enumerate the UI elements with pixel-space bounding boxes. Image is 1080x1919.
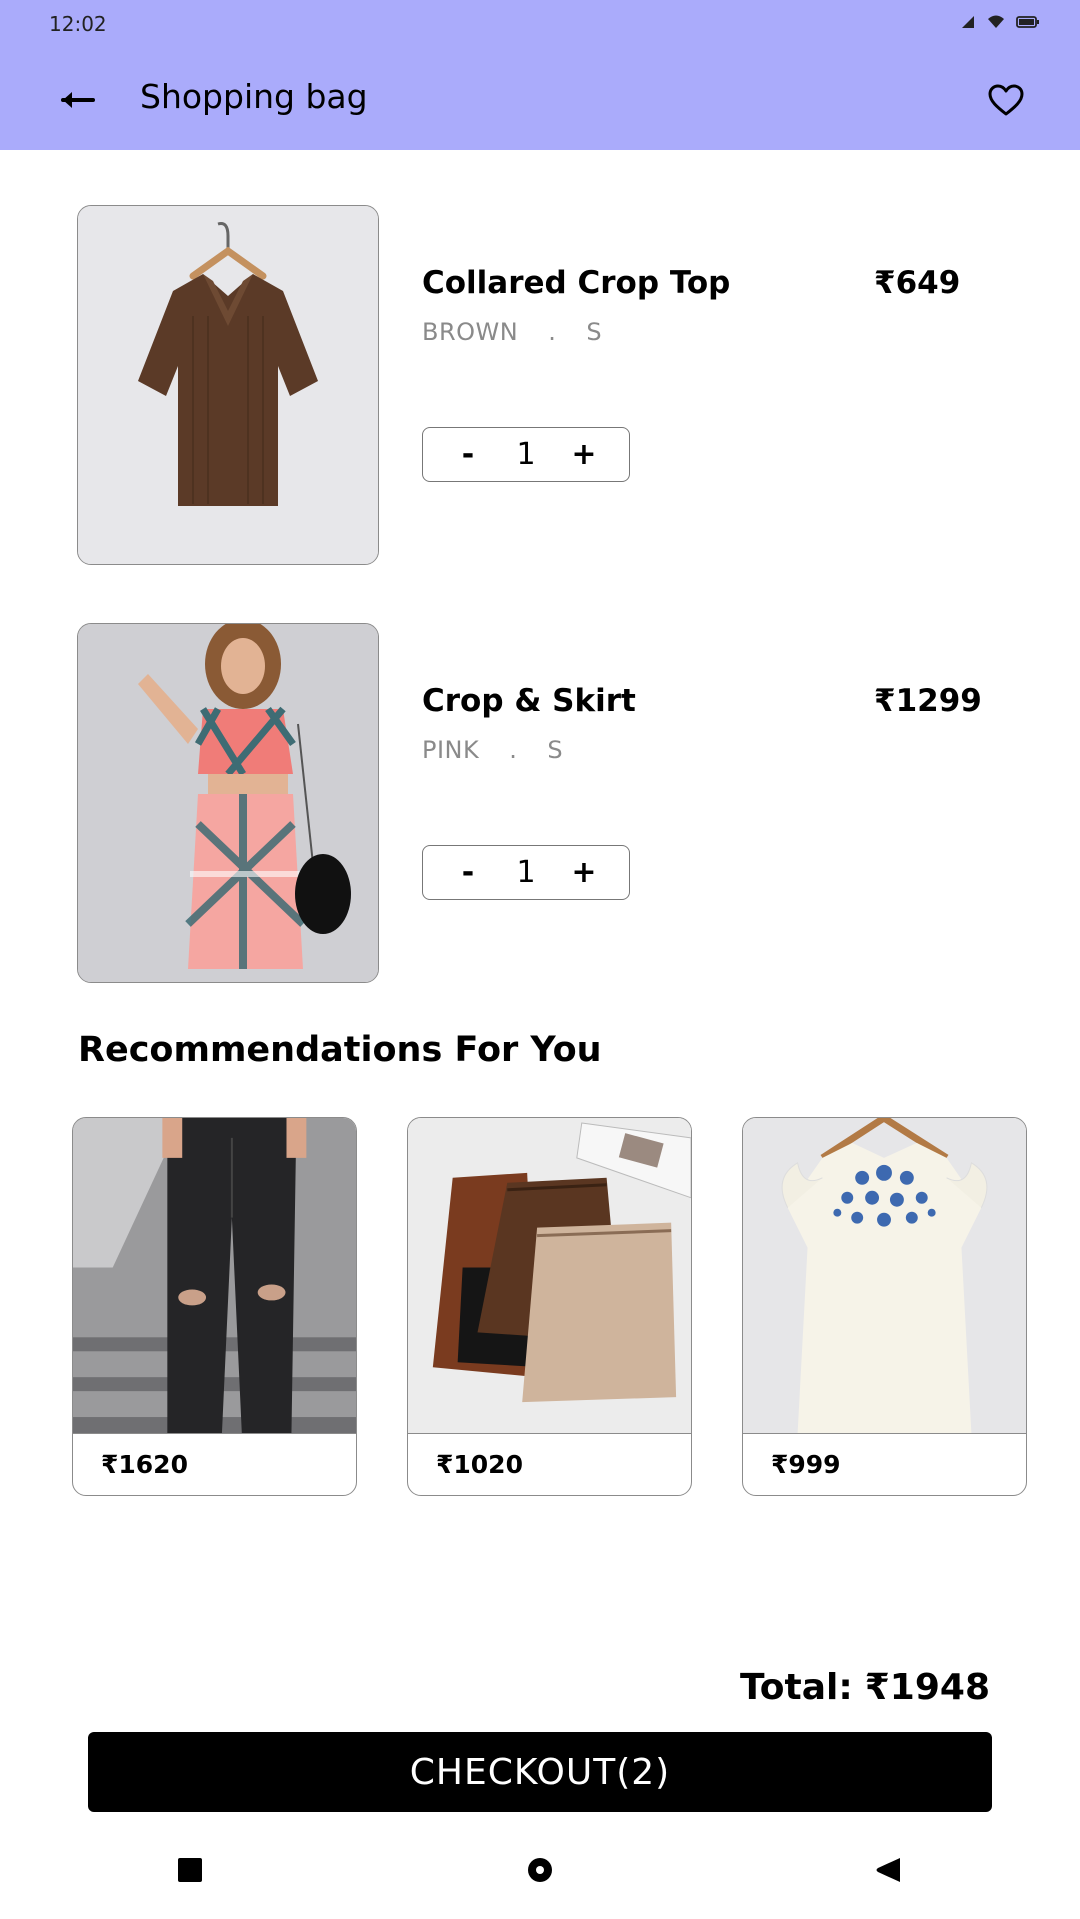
system-nav-bar bbox=[0, 1840, 1080, 1900]
order-total: Total: ₹1948 bbox=[740, 1667, 990, 1708]
status-icons bbox=[960, 14, 1040, 30]
item-variant: PINK . S bbox=[422, 736, 563, 764]
increase-quantity-button[interactable]: + bbox=[569, 855, 599, 890]
quantity-stepper: - 1 + bbox=[422, 427, 630, 482]
increase-quantity-button[interactable]: + bbox=[569, 437, 599, 472]
item-color: PINK bbox=[422, 736, 480, 764]
recents-square-icon bbox=[178, 1858, 202, 1882]
recommendations-title: Recommendations For You bbox=[78, 1030, 602, 1070]
app-header: 12:02 Shopping bag bbox=[0, 0, 1080, 150]
recommendation-card[interactable]: ₹1620 bbox=[72, 1117, 357, 1496]
product-image-crop-skirt[interactable] bbox=[77, 623, 379, 983]
cart-item: Crop & Skirt PINK . S ₹1299 - 1 + bbox=[77, 623, 982, 983]
back-nav-button[interactable] bbox=[858, 1840, 918, 1900]
product-image-dress bbox=[743, 1118, 1026, 1434]
item-size: S bbox=[586, 318, 603, 346]
wifi-icon bbox=[986, 14, 1006, 30]
back-triangle-icon bbox=[876, 1858, 900, 1882]
item-name: Crop & Skirt bbox=[422, 683, 636, 719]
total-value: ₹1948 bbox=[864, 1667, 990, 1708]
home-circle-icon bbox=[528, 1858, 552, 1882]
heart-outline-icon bbox=[988, 84, 1024, 116]
signal-icon bbox=[960, 14, 976, 30]
quantity-value: 1 bbox=[516, 855, 536, 890]
variant-separator: . bbox=[509, 736, 518, 764]
battery-icon bbox=[1016, 15, 1040, 29]
recommendation-price: ₹1620 bbox=[101, 1450, 188, 1479]
back-button[interactable] bbox=[58, 80, 98, 120]
product-image-jeans bbox=[73, 1118, 356, 1434]
wishlist-button[interactable] bbox=[984, 78, 1028, 122]
decrease-quantity-button[interactable]: - bbox=[453, 437, 483, 472]
recommendation-card[interactable]: ₹999 bbox=[742, 1117, 1027, 1496]
item-name: Collared Crop Top bbox=[422, 265, 731, 301]
item-color: BROWN bbox=[422, 318, 519, 346]
product-image-crop-top[interactable] bbox=[77, 205, 379, 565]
product-image-skirts bbox=[408, 1118, 691, 1434]
item-variant: BROWN . S bbox=[422, 318, 602, 346]
total-label: Total: bbox=[740, 1667, 853, 1708]
quantity-value: 1 bbox=[516, 437, 536, 472]
recents-button[interactable] bbox=[160, 1840, 220, 1900]
variant-separator: . bbox=[548, 318, 557, 346]
recommendation-card[interactable]: ₹1020 bbox=[407, 1117, 692, 1496]
decrease-quantity-button[interactable]: - bbox=[453, 855, 483, 890]
recommendation-price: ₹1020 bbox=[436, 1450, 523, 1479]
home-button[interactable] bbox=[510, 1840, 570, 1900]
item-price: ₹1299 bbox=[874, 683, 982, 719]
quantity-stepper: - 1 + bbox=[422, 845, 630, 900]
arrow-left-icon bbox=[61, 92, 95, 108]
recommendation-price: ₹999 bbox=[771, 1450, 841, 1479]
item-size: S bbox=[547, 736, 564, 764]
item-price: ₹649 bbox=[874, 265, 961, 301]
status-time: 12:02 bbox=[49, 12, 107, 36]
cart-item: Collared Crop Top BROWN . S ₹649 - 1 + bbox=[77, 205, 977, 565]
page-title: Shopping bag bbox=[140, 77, 368, 116]
checkout-button[interactable]: CHECKOUT(2) bbox=[88, 1732, 992, 1812]
